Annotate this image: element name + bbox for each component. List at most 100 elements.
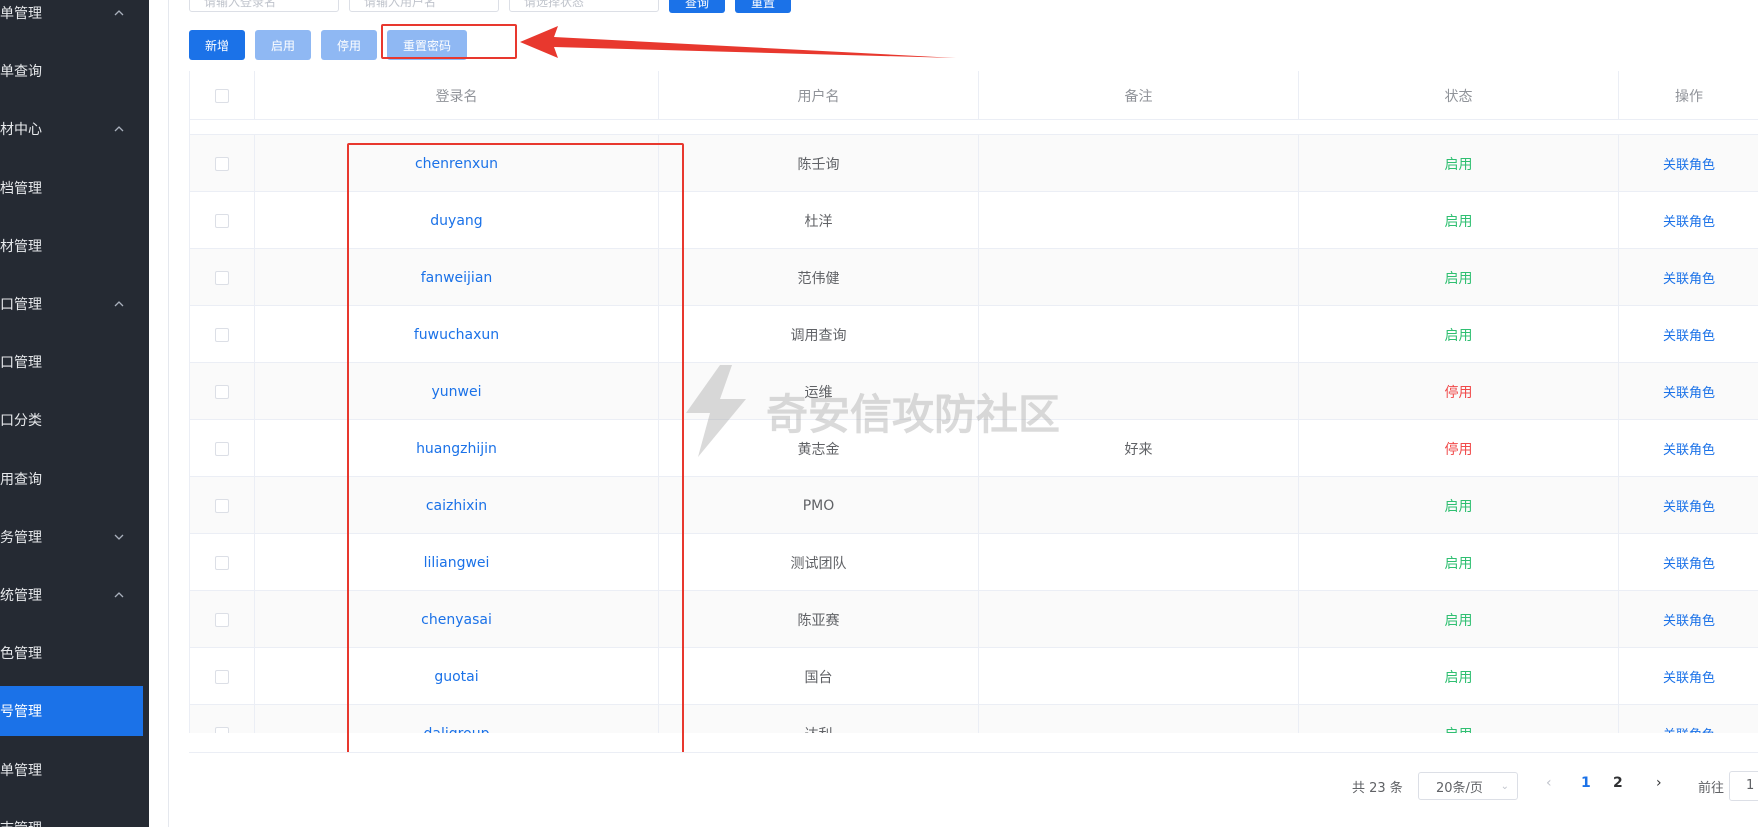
reset-button[interactable]: 重置 [735, 0, 791, 13]
enable-button[interactable]: 启用 [255, 30, 311, 60]
row-checkbox[interactable] [215, 270, 229, 285]
sidebar-item[interactable]: 调用查询 [0, 454, 143, 504]
link-role-button[interactable]: 关联角色 [1619, 249, 1758, 306]
status-cell: 启用 [1299, 249, 1619, 306]
note-cell [979, 363, 1299, 420]
link-role-button[interactable]: 关联角色 [1619, 648, 1758, 705]
sidebar-item[interactable]: 文档管理 [0, 163, 143, 213]
row-checkbox[interactable] [215, 384, 229, 399]
login-name-link[interactable]: duyang [255, 192, 659, 249]
sidebar-item[interactable]: 菜单管理 [0, 0, 143, 38]
row-select-cell [190, 477, 255, 534]
row-checkbox[interactable] [215, 555, 229, 570]
link-role-button[interactable]: 关联角色 [1619, 477, 1758, 534]
prev-page-icon[interactable]: ‹ [1546, 775, 1552, 791]
sidebar-gutter [149, 0, 169, 827]
link-role-button[interactable]: 关联角色 [1619, 192, 1758, 249]
row-checkbox[interactable] [215, 156, 229, 171]
login-name-link[interactable]: chenrenxun [255, 135, 659, 192]
link-role-button[interactable]: 关联角色 [1619, 420, 1758, 477]
page-2[interactable]: 2 [1613, 775, 1623, 791]
note-cell [979, 306, 1299, 363]
username-cell: PMO [659, 477, 979, 534]
login-name-link[interactable]: caizhixin [255, 477, 659, 534]
row-select-cell [190, 591, 255, 648]
table-row: duyang 杜洋 启用 关联角色 [190, 192, 1758, 249]
sidebar-item[interactable]: 账号管理 [0, 686, 143, 737]
row-checkbox[interactable] [215, 612, 229, 627]
username-cell: 国台 [659, 648, 979, 705]
row-checkbox[interactable] [215, 441, 229, 456]
sidebar-item-label: 素材管理 [0, 238, 42, 255]
link-role-button[interactable]: 关联角色 [1619, 306, 1758, 363]
login-filter-input[interactable]: 请输入登录名 [189, 0, 339, 12]
table-row: caizhixin PMO 启用 关联角色 [190, 477, 1758, 534]
table-row: guotai 国台 启用 关联角色 [190, 648, 1758, 705]
login-name-link[interactable]: liliangwei [255, 534, 659, 591]
login-name-link[interactable]: guotai [255, 648, 659, 705]
chevron-down-icon: ⌄ [1500, 781, 1509, 792]
sidebar-item[interactable]: 角色管理 [0, 628, 143, 678]
note-cell [979, 477, 1299, 534]
select-all-cell [190, 71, 255, 120]
row-checkbox[interactable] [215, 726, 229, 733]
login-name-link[interactable]: huangzhijin [255, 420, 659, 477]
add-button[interactable]: 新增 [189, 30, 245, 60]
sidebar-item-label: 调用查询 [0, 471, 42, 488]
sidebar-item[interactable]: 系统管理 [0, 570, 143, 620]
next-page-icon[interactable]: › [1656, 775, 1662, 791]
select-all-checkbox[interactable] [215, 88, 229, 103]
row-checkbox[interactable] [215, 669, 229, 684]
sidebar-item[interactable]: 素材管理 [0, 221, 143, 271]
username-cell: 范伟健 [659, 249, 979, 306]
note-cell: 好来 [979, 420, 1299, 477]
link-role-button[interactable]: 关联角色 [1619, 135, 1758, 192]
link-role-button[interactable]: 关联角色 [1619, 363, 1758, 420]
status-filter-select[interactable]: 请选择状态 [509, 0, 659, 12]
link-role-button[interactable]: 关联角色 [1619, 534, 1758, 591]
query-button[interactable]: 查询 [669, 0, 725, 13]
status-cell: 启用 [1299, 705, 1619, 733]
sidebar-item[interactable]: 接口管理 [0, 337, 143, 387]
row-checkbox[interactable] [215, 327, 229, 342]
sidebar-item[interactable]: 接口分类 [0, 395, 143, 445]
link-role-button[interactable]: 关联角色 [1619, 705, 1758, 733]
login-name-link[interactable]: chenyasai [255, 591, 659, 648]
jump-label: 前往 [1698, 781, 1725, 796]
login-name-link[interactable]: daligroup [255, 705, 659, 733]
username-filter-input[interactable]: 请输入用户名 [349, 0, 499, 12]
sidebar-item[interactable]: 菜单查询 [0, 46, 143, 96]
status-cell: 启用 [1299, 648, 1619, 705]
table-row: chenyasai 陈亚赛 启用 关联角色 [190, 591, 1758, 648]
disable-button[interactable]: 停用 [321, 30, 377, 60]
page-1[interactable]: 1 [1581, 775, 1591, 791]
login-name-link[interactable]: fanweijian [255, 249, 659, 306]
table-row: fuwuchaxun 调用查询 启用 关联角色 [190, 306, 1758, 363]
sidebar-item-label: 系统管理 [0, 588, 42, 604]
sidebar-item[interactable]: 日志管理 [0, 803, 143, 827]
status-cell: 停用 [1299, 363, 1619, 420]
row-select-cell [190, 192, 255, 249]
jump-page-input[interactable]: 1 [1729, 771, 1758, 801]
row-checkbox[interactable] [215, 498, 229, 513]
row-select-cell [190, 363, 255, 420]
note-cell [979, 135, 1299, 192]
username-cell: 测试团队 [659, 534, 979, 591]
sidebar-item[interactable]: 接口管理 [0, 279, 143, 329]
login-name-link[interactable]: yunwei [255, 363, 659, 420]
header-username: 用户名 [659, 71, 979, 120]
page-size-select[interactable]: 20条/页 ⌄ [1418, 772, 1518, 800]
row-select-cell [190, 249, 255, 306]
login-name-link[interactable]: fuwuchaxun [255, 306, 659, 363]
table-row: chenrenxun 陈壬询 启用 关联角色 [190, 135, 1758, 192]
sidebar-item[interactable]: 素材中心 [0, 104, 143, 154]
chevron-down-icon [114, 534, 124, 540]
row-checkbox[interactable] [215, 213, 229, 228]
sidebar-item[interactable]: 服务管理 [0, 512, 143, 562]
chevron-up-icon [114, 126, 124, 132]
link-role-button[interactable]: 关联角色 [1619, 591, 1758, 648]
sidebar-item-label: 文档管理 [0, 180, 42, 197]
status-cell: 启用 [1299, 591, 1619, 648]
row-select-cell [190, 135, 255, 192]
sidebar-item[interactable]: 菜单管理 [0, 745, 143, 795]
